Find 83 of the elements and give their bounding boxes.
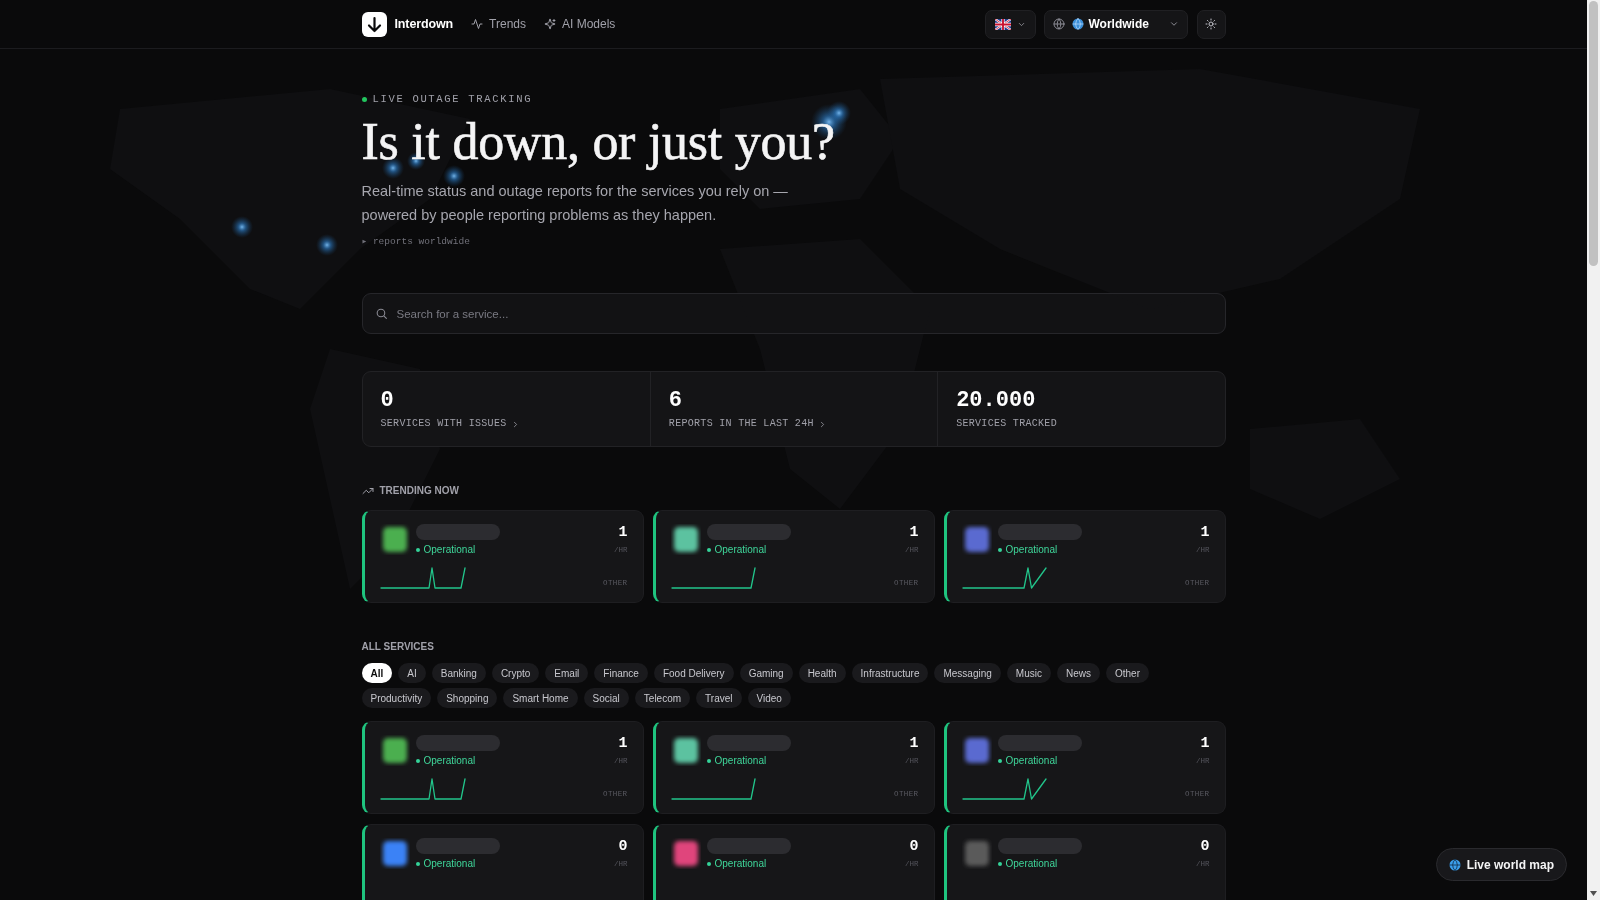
report-count: 0 (909, 838, 919, 856)
status-dot-icon (706, 862, 711, 866)
stat-link[interactable]: SERVICES WITH ISSUES (380, 418, 520, 430)
stat-value: 6 (668, 388, 683, 414)
status-dot-icon (415, 548, 420, 552)
trending-up-icon (361, 485, 374, 497)
stat-value: 20.000 (956, 388, 1036, 414)
filter-chip[interactable]: Gaming (739, 663, 793, 683)
filter-chip[interactable]: All (361, 663, 393, 683)
status-text: Operational (714, 858, 767, 870)
report-count: 1 (1200, 524, 1210, 542)
sun-icon (1205, 18, 1217, 30)
status-text: Operational (714, 544, 767, 556)
section-title: ALL SERVICES (361, 641, 434, 653)
scroll-down-arrow-icon[interactable] (1590, 891, 1597, 896)
language-select[interactable] (984, 9, 1036, 39)
filter-chip[interactable]: Food Delivery (653, 663, 734, 683)
filter-chip[interactable]: Banking (431, 663, 486, 683)
filter-chip[interactable]: Crypto (491, 663, 540, 683)
status-text: Operational (423, 755, 476, 767)
status-text: Operational (1005, 755, 1058, 767)
hero-title: Is it down, or just you? (361, 114, 835, 169)
region-select[interactable]: Worldwide (1043, 9, 1188, 39)
status-dot-icon (997, 548, 1002, 552)
filter-chip[interactable]: Messaging (934, 663, 1001, 683)
filter-chip[interactable]: Music (1006, 663, 1051, 683)
status-text: Operational (1005, 858, 1058, 870)
hero-subtitle: Real-time status and outage reports for the services you rely on — powered by people reporting problems as they happen. (361, 182, 789, 225)
nav-link[interactable]: Trends (471, 15, 526, 33)
globe-icon (1071, 18, 1084, 30)
status-text: Operational (1005, 544, 1058, 556)
filter-chip[interactable]: Video (747, 688, 791, 708)
filter-chip[interactable]: Health (798, 663, 846, 683)
report-count: 1 (909, 524, 919, 542)
search-icon (374, 307, 388, 320)
live-map-button[interactable]: Live world map (1435, 848, 1567, 881)
nav-link[interactable]: AI Models (544, 15, 616, 33)
filter-chip[interactable]: Shopping (437, 688, 498, 708)
status-dot-icon (706, 548, 711, 552)
filter-chip[interactable]: Telecom (634, 688, 691, 708)
report-count: 1 (618, 735, 628, 753)
globe-icon (1052, 18, 1065, 30)
pulse-icon (471, 18, 484, 30)
report-count: 1 (909, 735, 919, 753)
stat-label: SERVICES TRACKED (956, 418, 1057, 430)
filter-chip[interactable]: Infrastructure (851, 663, 929, 683)
chevron-down-icon (1168, 19, 1179, 29)
filter-chip[interactable]: Travel (696, 688, 742, 708)
report-count: 1 (618, 524, 628, 542)
status-text: Operational (423, 858, 476, 870)
stat-value: 0 (380, 388, 394, 414)
filter-chip[interactable]: News (1056, 663, 1100, 683)
status-dot-icon (706, 759, 711, 763)
status-dot-icon (997, 862, 1002, 866)
brand-link[interactable]: Interdown (361, 11, 454, 37)
logo-icon (361, 11, 387, 37)
stat-link[interactable]: REPORTS IN THE LAST 24H (668, 418, 827, 430)
filter-chip[interactable]: Smart Home (503, 688, 578, 708)
status-text: Operational (423, 544, 476, 556)
reports-note: ▸ reports worldwide (361, 235, 470, 249)
status-text: Operational (714, 755, 767, 767)
search-field[interactable]: Search for a service... (361, 293, 1226, 334)
filter-chip[interactable]: Email (545, 663, 589, 683)
section-title: TRENDING NOW (379, 485, 459, 497)
theme-toggle-button[interactable] (1196, 9, 1226, 39)
filter-chip[interactable]: Productivity (361, 688, 432, 708)
status-dot-icon (361, 96, 367, 102)
uk-flag-icon (994, 18, 1011, 30)
status-dot-icon (997, 759, 1002, 763)
filter-chip[interactable]: Social (583, 688, 629, 708)
report-count: 1 (1200, 735, 1210, 753)
filter-chip[interactable]: Finance (594, 663, 648, 683)
report-count: 0 (618, 838, 628, 856)
eyebrow-label: LIVE OUTAGE TRACKING (372, 93, 533, 105)
report-count: 0 (1200, 838, 1210, 856)
globe-icon (1448, 858, 1461, 871)
filter-chip[interactable]: Other (1105, 663, 1149, 683)
sparkles-icon (544, 18, 556, 30)
scrollbar[interactable] (1587, 0, 1600, 900)
status-dot-icon (415, 862, 420, 866)
scrollbar-thumb[interactable] (1589, 1, 1598, 266)
filter-chip[interactable]: AI (398, 663, 426, 683)
status-dot-icon (415, 759, 420, 763)
